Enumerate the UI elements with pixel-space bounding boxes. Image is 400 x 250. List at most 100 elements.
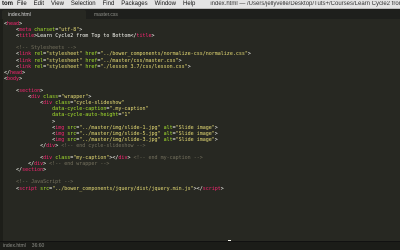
code-token: < <box>4 51 20 58</box>
code-token: "stylesheet" <box>46 51 83 58</box>
code-token: src <box>40 185 50 192</box>
code-token: < <box>4 27 20 34</box>
code-token: div <box>34 161 44 168</box>
code-token: < <box>4 94 32 101</box>
code-token: "stylesheet" <box>46 57 83 64</box>
status-bar: index.html 36:60 <box>0 241 400 250</box>
code-token: <!-- end wrapper --> <box>49 161 110 168</box>
code-token: < <box>4 155 44 162</box>
code-token: "../bower_components/jquery/dist/jquery.… <box>52 185 194 192</box>
status-file-name[interactable]: index.html <box>3 243 26 249</box>
code-token: div <box>43 155 53 162</box>
code-token: src <box>67 136 77 143</box>
code-token: "../master/img/slide-5.jpg" <box>79 130 161 137</box>
code-token: class <box>43 94 59 101</box>
code-token: "../master/css/master.css" <box>100 57 179 64</box>
code-token: data-cycle-auto-height <box>52 112 119 119</box>
code-token: <!-- JavaScript --> <box>4 179 74 186</box>
code-token: < <box>4 100 44 107</box>
code-token: script <box>19 185 38 192</box>
code-token: < <box>4 130 56 137</box>
code-token: div <box>43 100 53 107</box>
code-token: </ <box>4 142 47 149</box>
code-editor[interactable]: <head> <meta charset="utf-8"> <title>Lea… <box>0 19 400 241</box>
code-token: link <box>19 57 32 64</box>
code-token: rel <box>34 51 44 58</box>
menu-file[interactable]: File <box>17 1 27 7</box>
code-token: "./lesson 3.7/css/lesson.css" <box>100 63 188 70</box>
code-token: alt <box>163 124 173 131</box>
code-token: < <box>4 124 56 131</box>
code-token: class <box>55 155 71 162</box>
code-token: div <box>31 94 41 101</box>
code-token: alt <box>163 136 173 143</box>
code-token: data-cycle-caption <box>52 106 107 113</box>
menu-edit[interactable]: Edit <box>34 1 44 7</box>
window-title: index.html — /Users/jellyvelle/Desktop/T… <box>210 1 400 7</box>
menu-window[interactable]: Window <box>155 1 176 7</box>
tab-label: master.css <box>94 11 118 18</box>
code-token: < <box>4 88 20 95</box>
code-token: class <box>55 100 71 107</box>
tab-bar: index.html master.css <box>0 9 400 19</box>
code-token: > <box>178 57 182 64</box>
code-token: script <box>202 185 221 192</box>
code-token: "../bower_components/normalize-css/norma… <box>100 51 248 58</box>
code-token: "utf-8" <box>58 27 80 34</box>
code-token: title <box>19 33 35 40</box>
code-token: > <box>19 75 23 82</box>
gutter <box>0 19 3 241</box>
code-token: body <box>7 75 20 82</box>
tab-index-html[interactable]: index.html <box>2 10 86 19</box>
code-token: < <box>4 33 20 40</box>
code-token: < <box>4 63 20 70</box>
code-token: <!-- Stylesheets --> <box>4 45 77 52</box>
code-token: "1" <box>121 112 131 119</box>
code-token: <!-- end cycle-slideshow --> <box>61 142 146 149</box>
tab-label: index.html <box>8 11 31 18</box>
app-menu[interactable]: tom <box>2 1 13 7</box>
code-token: "Slide image" <box>175 136 215 143</box>
menu-view[interactable]: View <box>51 1 64 7</box>
code-token: src <box>67 130 77 137</box>
code-token: charset <box>34 27 56 34</box>
code-token: "my-caption" <box>73 155 110 162</box>
code-token: section <box>22 167 44 174</box>
status-cursor-position[interactable]: 36:60 <box>32 243 45 249</box>
code-token: head <box>7 21 20 27</box>
menu-selection[interactable]: Selection <box>71 1 96 7</box>
code-token: href <box>85 57 98 64</box>
code-lines: <head> <meta charset="utf-8"> <title>Lea… <box>4 21 251 192</box>
code-token: > <box>43 167 47 174</box>
menu-bar: tom File Edit View Selection Find Packag… <box>0 0 400 9</box>
menu-packages[interactable]: Packages <box>121 1 147 7</box>
code-token: <!-- end my-caption --> <box>133 155 203 162</box>
code-token: href <box>85 63 98 70</box>
code-token: "Slide image" <box>175 130 215 137</box>
code-token: > <box>4 118 56 125</box>
menu-find[interactable]: Find <box>103 1 115 7</box>
code-line[interactable]: <script src="../bower_components/jquery/… <box>4 186 251 192</box>
code-token: href <box>85 51 98 58</box>
code-token: "stylesheet" <box>46 63 83 70</box>
menu-help[interactable]: Help <box>183 1 195 7</box>
code-token: < <box>4 57 20 64</box>
code-token: > <box>220 185 224 192</box>
code-token: meta <box>19 27 32 34</box>
code-token: < <box>4 185 20 192</box>
code-token: > <box>187 63 191 70</box>
tab-master-css[interactable]: master.css <box>88 10 172 19</box>
code-token: "../master/img/slide-1.jpg" <box>79 124 161 131</box>
code-token: rel <box>34 57 44 64</box>
code-token: ".my-caption" <box>109 106 149 113</box>
code-token: src <box>67 124 77 131</box>
code-token: > <box>88 94 92 101</box>
code-token: section <box>19 88 41 95</box>
code-token: rel <box>34 63 44 70</box>
code-token: link <box>19 51 32 58</box>
code-token: </ <box>4 161 35 168</box>
code-token: "../master/img/slide-3.jpg" <box>79 136 161 143</box>
code-token: img <box>55 130 65 137</box>
